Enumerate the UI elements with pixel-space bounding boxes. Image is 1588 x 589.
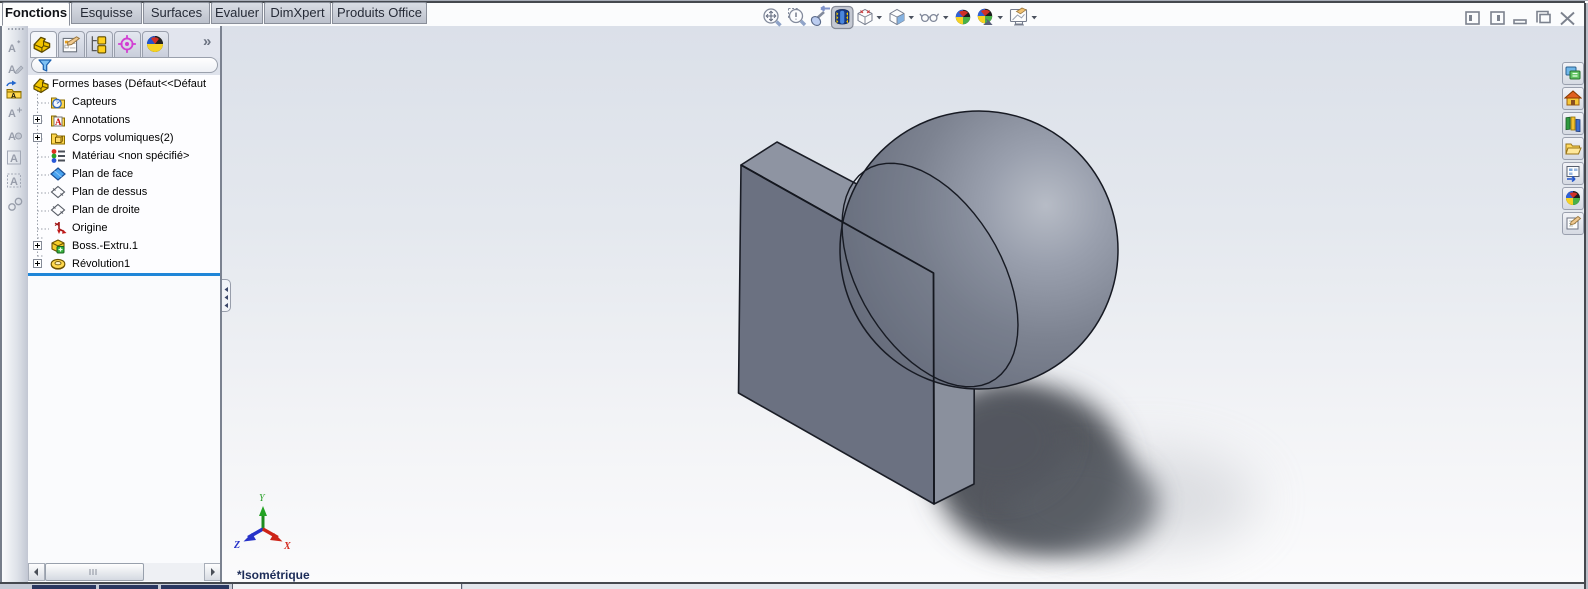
svg-text:A: A (10, 153, 18, 165)
svg-text:A: A (55, 117, 62, 127)
svg-text:Z: Z (233, 540, 240, 551)
svg-text:X: X (283, 541, 291, 552)
svg-text:A: A (8, 64, 16, 76)
svg-text:A: A (10, 176, 18, 188)
svg-text:Y: Y (259, 493, 266, 504)
svg-text:A: A (8, 131, 16, 143)
svg-text:A: A (8, 108, 16, 120)
svg-text:A: A (8, 43, 16, 55)
svg-text:A: A (11, 93, 16, 100)
